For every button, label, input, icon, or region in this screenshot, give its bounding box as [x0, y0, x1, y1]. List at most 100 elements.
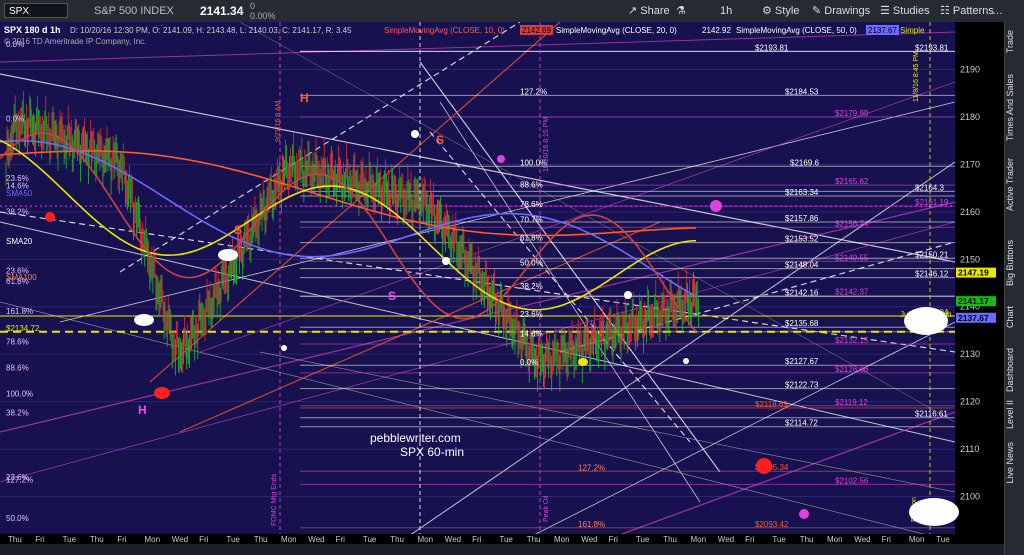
x-tick-label: Wed — [308, 535, 324, 544]
x-tick-label: Thu — [90, 535, 104, 544]
more-icon[interactable]: … — [992, 0, 1003, 22]
side-tab-level-ii[interactable]: Level II — [1005, 400, 1024, 429]
fib-price-label: $2142.37 — [835, 287, 869, 296]
side-tab-big-buttons[interactable]: Big Buttons — [1005, 240, 1024, 286]
x-tick-label: Wed — [854, 535, 870, 544]
ma-label: SMA20 — [6, 237, 33, 246]
timeframe-button[interactable]: 1h — [720, 0, 732, 22]
timeframe-label: 1h — [720, 5, 733, 17]
chart-marker — [411, 130, 419, 138]
scrollbar[interactable] — [0, 544, 1004, 555]
left-fib-label: 38.2% — [6, 408, 29, 417]
side-tab-trade[interactable]: Trade — [1005, 30, 1024, 53]
flask-icon[interactable]: ⚗ — [676, 0, 686, 22]
studies-label: Studies — [892, 5, 930, 17]
drawings-label: Drawings — [824, 5, 871, 17]
patterns-button[interactable]: ☷ Patterns — [940, 0, 994, 22]
x-tick-label: Thu — [527, 535, 541, 544]
fib-price-label: $2093.42 — [755, 520, 789, 529]
side-tab-active-trader[interactable]: Active Trader — [1005, 158, 1024, 211]
mid-fib-label: 127.2% — [520, 88, 547, 97]
shoulder-marker: S — [436, 133, 444, 147]
fib-price-label: $2153.52 — [785, 235, 819, 244]
ma-label: SMA100 — [6, 273, 37, 282]
fib-price-label: $2118.65 — [755, 400, 788, 409]
mid-fib-label: 161.8% — [578, 520, 605, 529]
x-tick-label: Thu — [8, 535, 22, 544]
head-marker: H — [138, 403, 147, 417]
fib-price-label: $2122.73 — [785, 381, 819, 390]
ma-label: SMA50 — [6, 189, 33, 198]
chart-marker — [756, 458, 772, 474]
share-label: Share — [640, 5, 670, 17]
y-tick-label: 2100 — [960, 492, 980, 502]
x-tick-label: Fri — [199, 535, 209, 544]
studies-button[interactable]: ☰ Studies — [880, 0, 930, 22]
y-tick-label: 2150 — [960, 254, 980, 264]
x-tick-label: Mon — [145, 535, 161, 544]
chart-svg: 0.0% 0.0% 14.6% 23.6% 38.2% 23.6% 61.8% 161.8% 7… — [0, 21, 1004, 544]
symbol-input[interactable]: SPX — [4, 3, 68, 18]
sma10-legend-value: 2142.69 — [522, 26, 551, 35]
chart-marker — [683, 358, 689, 364]
drawings-button[interactable]: ✎ Drawings — [812, 0, 870, 22]
fib-price-label: $2193.81 — [915, 43, 949, 52]
sma-legend-truncated: Simple — [900, 26, 925, 35]
fib-price-label: $2134.72 — [6, 324, 40, 333]
side-tab-times-and-sales[interactable]: Times And Sales — [1005, 74, 1024, 141]
x-tick-label: Mon — [691, 535, 707, 544]
x-tick-label: Thu — [390, 535, 404, 544]
plot-background — [0, 22, 1004, 544]
fib-price-label: $2116.61 — [915, 410, 948, 419]
fib-price-label: $2150.21 — [915, 250, 949, 259]
x-tick-label: Tue — [363, 535, 377, 544]
y-tick-label: 2130 — [960, 349, 980, 359]
mid-fib-label: 78.6% — [520, 200, 543, 209]
x-tick-label: Tue — [936, 535, 950, 544]
x-tick-label: Tue — [63, 535, 77, 544]
mid-fib-label: 0.0% — [520, 358, 538, 367]
copyright-note: © 2016 TD Ameritrade IP Company, Inc. — [4, 37, 146, 46]
share-button[interactable]: ↗ Share — [628, 0, 670, 22]
y-axis-strip — [955, 22, 1004, 544]
y-tick-label: 2120 — [960, 397, 980, 407]
y-tick-label: 2170 — [960, 159, 980, 169]
x-tick-label: Fri — [336, 535, 346, 544]
mid-fib-label: 88.6% — [520, 181, 543, 190]
chart-marker — [710, 200, 722, 212]
left-fib-label: 23.6% — [6, 174, 29, 183]
side-tab-dashboard[interactable]: Dashboard — [1005, 348, 1024, 392]
x-tick-label: Thu — [663, 535, 677, 544]
x-tick-label: Wed — [445, 535, 461, 544]
fib-price-label: $2163.34 — [785, 188, 819, 197]
last-price: 2141.34 — [200, 4, 244, 18]
ohlc-readout: D: 10/20/16 12:30 PM, O: 2141.09, H: 214… — [70, 26, 352, 35]
left-fib-label: 127.2% — [6, 475, 33, 484]
side-tab-bar: Trade Times And Sales Active Trader Big But… — [1004, 22, 1024, 555]
x-tick-label: Fri — [35, 535, 45, 544]
price-marker-label: 2137.67 — [958, 313, 989, 323]
chart-marker — [904, 307, 948, 335]
left-fib-label: 78.6% — [6, 338, 29, 347]
fib-price-label: $2169.6 — [790, 158, 819, 167]
fib-price-label: $2184.53 — [785, 87, 819, 96]
shoulder-marker: S — [388, 289, 396, 303]
shoulder-marker: S — [234, 223, 242, 237]
x-tick-label: Tue — [499, 535, 513, 544]
chart-marker — [45, 212, 55, 222]
side-tab-chart[interactable]: Chart — [1005, 306, 1024, 328]
x-tick-label: Tue — [226, 535, 240, 544]
patterns-label: Patterns — [952, 5, 994, 17]
x-tick-label: Mon — [281, 535, 297, 544]
fib-price-label: $2135.68 — [785, 319, 819, 328]
y-tick-label: 2190 — [960, 64, 980, 74]
chart-marker — [578, 358, 588, 366]
y-tick-label: 2160 — [960, 207, 980, 217]
mid-fib-label: 70.7% — [520, 216, 543, 225]
chart-marker — [442, 257, 450, 265]
side-tab-live-news[interactable]: Live News — [1005, 442, 1024, 484]
style-button[interactable]: ⚙ Style — [762, 0, 799, 22]
x-tick-label: Tue — [772, 535, 786, 544]
chart-area[interactable]: 0.0% 0.0% 14.6% 23.6% 38.2% 23.6% 61.8% 161.8% 7… — [0, 21, 1004, 544]
x-tick-label: Fri — [882, 535, 892, 544]
